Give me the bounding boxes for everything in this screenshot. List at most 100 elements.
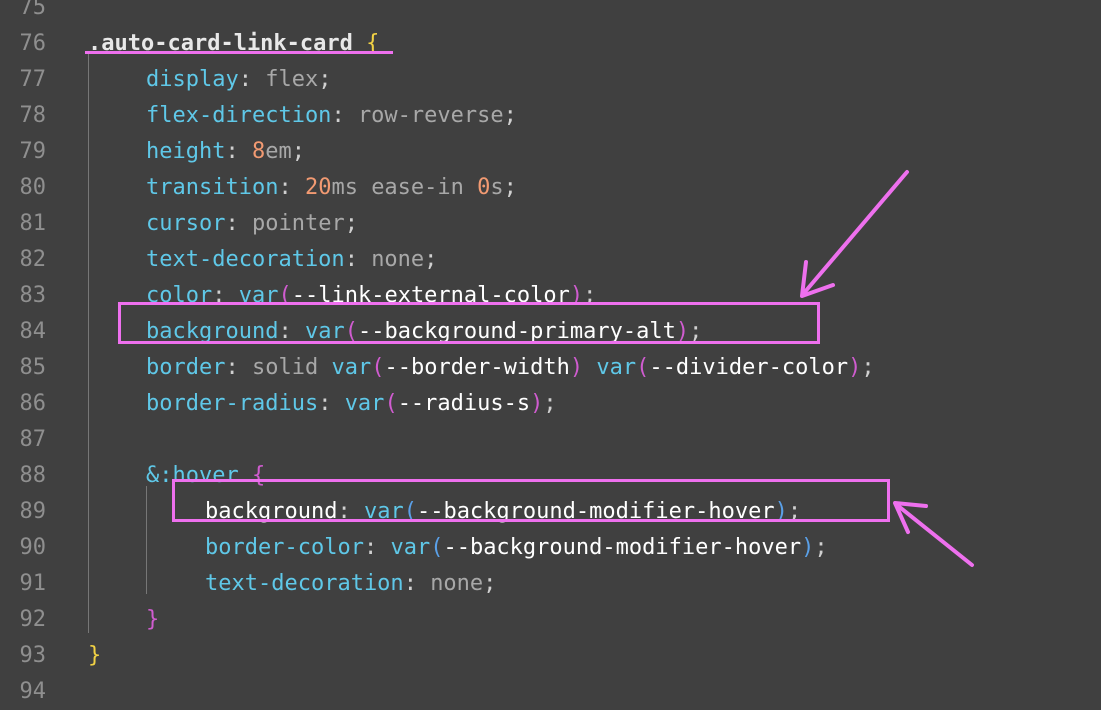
line-number: 78 (19, 103, 47, 128)
code-line[interactable]: 77 display: flex; (0, 62, 1101, 98)
line-number: 85 (19, 355, 47, 380)
code-token: cursor (146, 211, 226, 236)
code-token: text-decoration (146, 247, 345, 272)
code-token: pointer (251, 211, 345, 236)
line-number: 89 (19, 499, 47, 524)
code-token: ( (371, 355, 385, 380)
code-token: border (146, 355, 226, 380)
selector-underline (85, 51, 393, 54)
code-token: : (403, 571, 431, 596)
code-text: border-radius: var(--radius-s); (88, 386, 557, 422)
code-token: ( (636, 355, 650, 380)
code-token: } (146, 607, 160, 632)
code-token: : (363, 535, 391, 560)
highlight-box-line-84 (118, 302, 820, 344)
code-token: --divider-color (649, 355, 849, 380)
code-token: 20 (304, 175, 332, 200)
code-token: } (88, 643, 102, 668)
code-token: : (318, 391, 345, 416)
code-token: ( (384, 391, 398, 416)
code-line[interactable]: 79 height: 8em; (0, 134, 1101, 170)
code-token: : (278, 175, 305, 200)
code-token: var (596, 355, 637, 380)
code-token: solid (251, 355, 332, 380)
line-number: 77 (19, 67, 47, 92)
line-number: 92 (19, 607, 47, 632)
code-token: row-reverse (357, 103, 504, 128)
line-number: 80 (19, 175, 47, 200)
code-token: ; (503, 103, 517, 128)
code-token: height (146, 139, 226, 164)
line-number: 88 (19, 463, 47, 488)
code-token: ms ease-in (331, 175, 478, 200)
code-token: : (225, 139, 252, 164)
line-number: 79 (19, 139, 47, 164)
code-line[interactable]: 76 .auto-card-link-card { (0, 26, 1101, 62)
code-text: } (88, 602, 159, 638)
line-number: 93 (19, 643, 47, 668)
line-number: 75 (19, 0, 47, 20)
code-token: 0 (477, 175, 491, 200)
code-token: em (265, 139, 292, 164)
code-token: border-color (205, 535, 364, 560)
code-line[interactable]: 86 border-radius: var(--radius-s); (0, 386, 1101, 422)
code-text: cursor: pointer; (88, 206, 358, 242)
code-line[interactable]: 78 flex-direction: row-reverse; (0, 98, 1101, 134)
code-token: display (146, 67, 239, 92)
line-number: 87 (19, 427, 47, 452)
code-text: flex-direction: row-reverse; (88, 98, 517, 134)
code-text: border: solid var(--border-width) var(--… (88, 350, 875, 386)
code-line[interactable]: 87 (0, 422, 1101, 458)
code-line[interactable]: 85 border: solid var(--border-width) var(… (0, 350, 1101, 386)
code-token: ; (543, 391, 557, 416)
line-number: 82 (19, 247, 47, 272)
code-text: text-decoration: none; (88, 566, 496, 602)
code-text: .auto-card-link-card { (88, 26, 379, 62)
code-token: --radius-s (397, 391, 531, 416)
code-token: ; (318, 67, 332, 92)
code-token: var (344, 391, 385, 416)
code-token: transition (146, 175, 279, 200)
code-line[interactable]: 93} (0, 638, 1101, 674)
line-number: 81 (19, 211, 47, 236)
code-line[interactable]: 90 border-color: var(--background-modifie… (0, 530, 1101, 566)
code-token: ) (848, 355, 862, 380)
code-line[interactable]: 92} (0, 602, 1101, 638)
code-token: ) (801, 535, 815, 560)
code-token: ) (530, 391, 544, 416)
line-number: 91 (19, 571, 47, 596)
code-text: border-color: var(--background-modifier-… (88, 530, 828, 566)
code-token: : (331, 103, 358, 128)
code-token: flex-direction (146, 103, 332, 128)
highlight-box-line-89 (172, 479, 890, 522)
code-token: none (430, 571, 484, 596)
code-line[interactable]: 91 text-decoration: none; (0, 566, 1101, 602)
code-token: ) (569, 355, 584, 380)
code-line[interactable]: 94 (0, 674, 1101, 710)
code-token: ; (424, 247, 438, 272)
code-token: : (225, 211, 252, 236)
line-number: 86 (19, 391, 47, 416)
code-token: flex (265, 67, 319, 92)
code-token: none (371, 247, 425, 272)
code-token: 8 (251, 139, 266, 164)
code-line[interactable]: 75 (0, 0, 1101, 26)
code-token: : (225, 355, 252, 380)
code-token: border-radius (146, 391, 319, 416)
code-line[interactable]: 82 text-decoration: none; (0, 242, 1101, 278)
code-text: height: 8em; (88, 134, 305, 170)
code-line[interactable]: 81 cursor: pointer; (0, 206, 1101, 242)
code-token: --border-width (384, 355, 570, 380)
code-token: : (238, 67, 266, 92)
code-token: text-decoration (205, 571, 404, 596)
code-token: ; (344, 211, 358, 236)
code-editor[interactable]: 75 76 .auto-card-link-card { 77 display: fle… (0, 0, 1101, 704)
line-number: 83 (19, 283, 47, 308)
code-token: ; (483, 571, 497, 596)
code-token: ; (814, 535, 828, 560)
line-number: 94 (19, 679, 47, 704)
code-text: text-decoration: none; (88, 242, 437, 278)
code-text: transition: 20ms ease-in 0s; (88, 170, 517, 206)
code-line[interactable]: 80 transition: 20ms ease-in 0s; (0, 170, 1101, 206)
